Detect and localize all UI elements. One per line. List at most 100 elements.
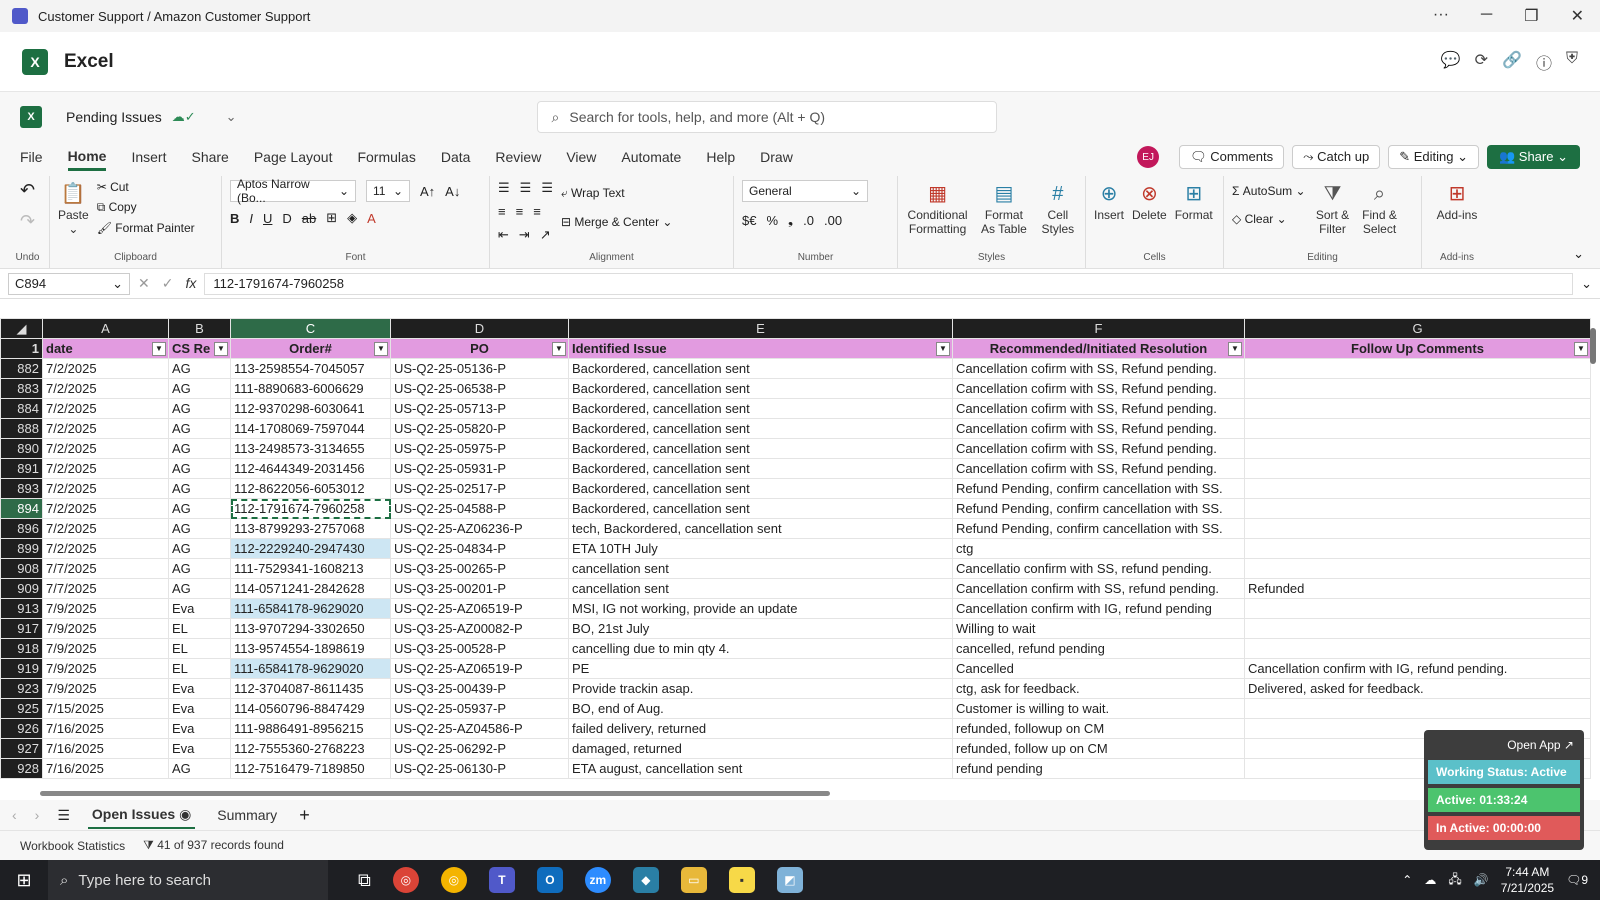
filter-dropdown-icon[interactable]: ▼: [936, 342, 950, 356]
tab-draw[interactable]: Draw: [760, 145, 793, 169]
cell-c[interactable]: 112-9370298-6030641: [230, 398, 391, 419]
cell-c[interactable]: 111-6584178-9629020: [230, 658, 391, 679]
cell-e[interactable]: Backordered, cancellation sent: [568, 398, 953, 419]
notifications-icon[interactable]: 🗨9: [1566, 873, 1588, 887]
all-sheets-icon[interactable]: ☰: [57, 807, 70, 824]
cell-c[interactable]: 113-8799293-2757068: [230, 518, 391, 539]
cell-c[interactable]: 112-7516479-7189850: [230, 758, 391, 779]
row-number[interactable]: 890: [0, 438, 43, 459]
cell-f[interactable]: ctg, ask for feedback.: [952, 678, 1245, 699]
cell-g[interactable]: [1244, 458, 1591, 479]
cell-b[interactable]: AG: [168, 518, 231, 539]
cell-a[interactable]: 7/2/2025: [42, 398, 169, 419]
row-number[interactable]: 913: [0, 598, 43, 619]
row-number[interactable]: 927: [0, 738, 43, 759]
cell-d[interactable]: US-Q2-25-06292-P: [390, 738, 569, 759]
decrease-indent-icon[interactable]: ⇤: [498, 227, 509, 243]
cell-e[interactable]: Backordered, cancellation sent: [568, 358, 953, 379]
cell-c[interactable]: 112-3704087-8611435: [230, 678, 391, 699]
cell-f[interactable]: Cancellatio confirm with SS, refund pend…: [952, 558, 1245, 579]
cell-e[interactable]: Backordered, cancellation sent: [568, 498, 953, 519]
info-icon[interactable]: ⓘ: [1536, 50, 1552, 74]
cell-c[interactable]: 114-0560796-8847429: [230, 698, 391, 719]
sheet-tab-summary[interactable]: Summary: [213, 803, 281, 827]
filter-dropdown-icon[interactable]: ▼: [1574, 342, 1588, 356]
filter-dropdown-icon[interactable]: ▼: [1228, 342, 1242, 356]
cell-a[interactable]: 7/9/2025: [42, 638, 169, 659]
taskbar-search-input[interactable]: ⌕ Type here to search: [48, 860, 328, 900]
cell-d[interactable]: US-Q2-25-AZ04586-P: [390, 718, 569, 739]
cell-g[interactable]: [1244, 558, 1591, 579]
cell-f[interactable]: Cancellation cofirm with SS, Refund pend…: [952, 458, 1245, 479]
increase-decimal-icon[interactable]: .0: [803, 213, 814, 228]
tab-data[interactable]: Data: [441, 145, 471, 169]
tab-page-layout[interactable]: Page Layout: [254, 145, 333, 169]
sort-filter-button[interactable]: ⧩ Sort & Filter: [1314, 180, 1352, 236]
chrome-profile-icon[interactable]: ◎: [440, 867, 467, 893]
align-middle-icon[interactable]: ☰: [520, 180, 532, 196]
redo-icon[interactable]: ↷: [20, 211, 35, 232]
row-number[interactable]: 908: [0, 558, 43, 579]
cell-a[interactable]: 7/9/2025: [42, 658, 169, 679]
cell-b[interactable]: EL: [168, 618, 231, 639]
clear-button[interactable]: ◇ Clear ⌄: [1232, 212, 1306, 226]
grow-font-icon[interactable]: A↑: [420, 184, 435, 199]
app-diamond-icon[interactable]: ◆: [632, 867, 659, 893]
minimize-icon[interactable]: ─: [1481, 6, 1492, 26]
cell-a[interactable]: 7/9/2025: [42, 618, 169, 639]
cell-d[interactable]: US-Q2-25-AZ06236-P: [390, 518, 569, 539]
cancel-icon[interactable]: ✕: [138, 275, 150, 292]
cell-a[interactable]: 7/2/2025: [42, 538, 169, 559]
cell-f[interactable]: cancelled, refund pending: [952, 638, 1245, 659]
tab-help[interactable]: Help: [706, 145, 735, 169]
align-right-icon[interactable]: ≡: [533, 204, 541, 219]
formula-input[interactable]: 112-1791674-7960258: [204, 272, 1574, 295]
cell-a[interactable]: 7/2/2025: [42, 478, 169, 499]
cell-g[interactable]: [1244, 418, 1591, 439]
cell-g[interactable]: [1244, 378, 1591, 399]
double-underline-icon[interactable]: D: [282, 211, 291, 226]
header-cell[interactable]: Identified Issue ▼: [568, 338, 953, 359]
collapse-ribbon-icon[interactable]: ⌄: [1573, 246, 1584, 262]
cell-f[interactable]: Cancellation cofirm with SS, Refund pend…: [952, 358, 1245, 379]
cell-f[interactable]: Refund Pending, confirm cancellation wit…: [952, 478, 1245, 499]
copy-button[interactable]: ⧉ Copy: [97, 200, 195, 215]
tab-insert[interactable]: Insert: [131, 145, 166, 169]
row-number[interactable]: 923: [0, 678, 43, 699]
header-cell[interactable]: date ▼: [42, 338, 169, 359]
cell-f[interactable]: Cancelled: [952, 658, 1245, 679]
cell-b[interactable]: EL: [168, 638, 231, 659]
cell-b[interactable]: AG: [168, 378, 231, 399]
search-input[interactable]: ⌕ Search for tools, help, and more (Alt …: [536, 101, 997, 133]
shield-icon[interactable]: ⛨: [1566, 50, 1578, 74]
font-name-select[interactable]: Aptos Narrow (Bo... ⌄: [230, 177, 356, 205]
cell-b[interactable]: AG: [168, 398, 231, 419]
cell-e[interactable]: cancelling due to min qty 4.: [568, 638, 953, 659]
cell-c[interactable]: 112-8622056-6053012: [230, 478, 391, 499]
column-header[interactable]: A: [42, 318, 169, 339]
cell-e[interactable]: failed delivery, returned: [568, 718, 953, 739]
prev-sheet-icon[interactable]: ‹: [12, 807, 17, 823]
cell-d[interactable]: US-Q2-25-06538-P: [390, 378, 569, 399]
row-number[interactable]: 884: [0, 398, 43, 419]
chevron-down-icon[interactable]: ⌄: [226, 109, 237, 125]
row-number[interactable]: 925: [0, 698, 43, 719]
insert-cells-button[interactable]: ⊕ Insert: [1094, 180, 1124, 222]
teams-taskbar-icon[interactable]: T: [488, 867, 515, 893]
cell-b[interactable]: AG: [168, 538, 231, 559]
scroll-thumb[interactable]: [1590, 328, 1596, 364]
cell-a[interactable]: 7/9/2025: [42, 678, 169, 699]
cell-e[interactable]: Backordered, cancellation sent: [568, 418, 953, 439]
cell-d[interactable]: US-Q2-25-02517-P: [390, 478, 569, 499]
filter-dropdown-icon[interactable]: ▼: [374, 342, 388, 356]
cell-d[interactable]: US-Q3-25-AZ00082-P: [390, 618, 569, 639]
vertical-scrollbar[interactable]: [1588, 318, 1598, 788]
conditional-formatting-button[interactable]: ▦ Conditional Formatting: [906, 180, 969, 236]
cell-b[interactable]: AG: [168, 358, 231, 379]
cell-b[interactable]: AG: [168, 758, 231, 779]
cell-a[interactable]: 7/16/2025: [42, 738, 169, 759]
windows-start-icon[interactable]: ⊞: [0, 870, 48, 891]
cell-f[interactable]: Cancellation confirm with SS, refund pen…: [952, 578, 1245, 599]
cell-d[interactable]: US-Q2-25-05820-P: [390, 418, 569, 439]
workbook-statistics[interactable]: Workbook Statistics: [20, 839, 125, 853]
